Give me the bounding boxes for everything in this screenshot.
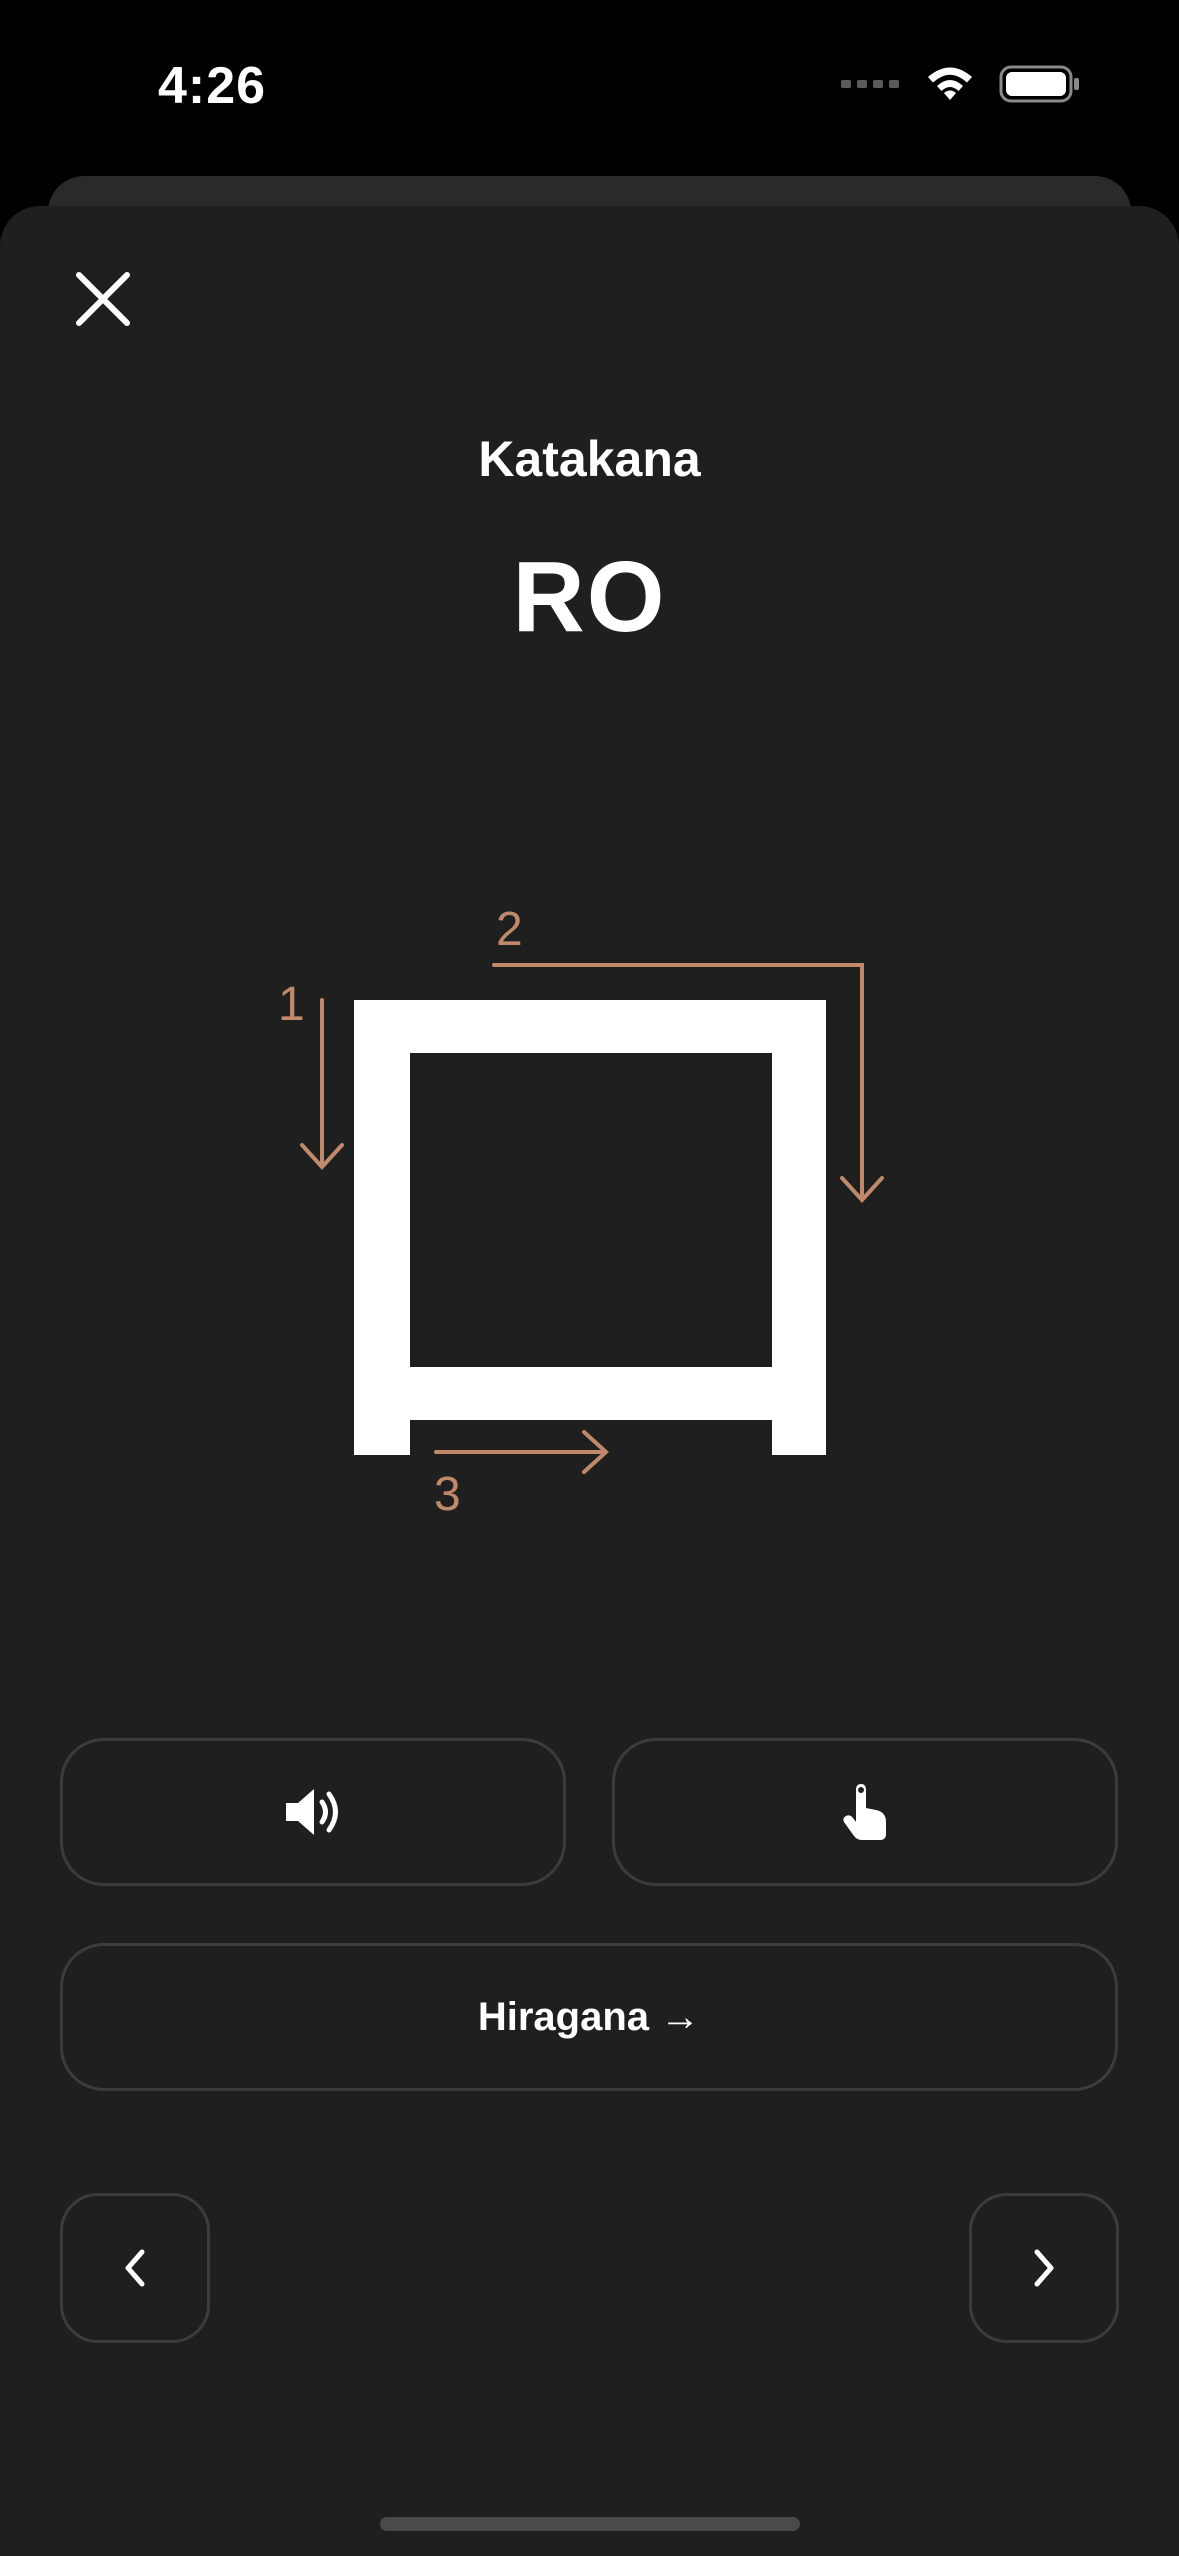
next-character-button[interactable] xyxy=(969,2193,1119,2343)
home-indicator[interactable] xyxy=(380,2517,800,2531)
wifi-icon xyxy=(928,67,972,100)
speaker-icon xyxy=(286,1789,338,1835)
stroke-1-arrow xyxy=(300,998,344,1170)
stroke-number-2: 2 xyxy=(496,903,523,956)
practice-drawing-button[interactable] xyxy=(612,1738,1118,1886)
chevron-left-icon xyxy=(125,2249,145,2287)
stroke-order-diagram: 1 2 3 xyxy=(278,903,884,1521)
switch-label: Hiragana → xyxy=(477,1994,701,2039)
signal-dots-icon xyxy=(841,80,899,88)
status-time: 4:26 xyxy=(158,57,267,115)
stroke-number-3: 3 xyxy=(434,1468,461,1521)
katakana-glyph xyxy=(354,1000,826,1455)
previous-character-button[interactable] xyxy=(60,2193,210,2343)
close-icon xyxy=(76,272,130,326)
status-bar: 4:26 xyxy=(0,0,1179,170)
close-button[interactable] xyxy=(62,258,144,340)
play-sound-button[interactable] xyxy=(60,1738,566,1886)
kana-type-title: Katakana xyxy=(478,431,701,487)
battery-icon xyxy=(999,65,1079,103)
stroke-3-arrow xyxy=(434,1430,609,1474)
stroke-number-1: 1 xyxy=(278,978,305,1031)
status-icons xyxy=(841,64,1081,104)
hand-tap-icon xyxy=(843,1784,886,1840)
romaji-title: RO xyxy=(512,541,667,653)
chevron-right-icon xyxy=(1034,2249,1054,2287)
switch-to-hiragana-button[interactable]: Hiragana → xyxy=(60,1943,1118,2091)
